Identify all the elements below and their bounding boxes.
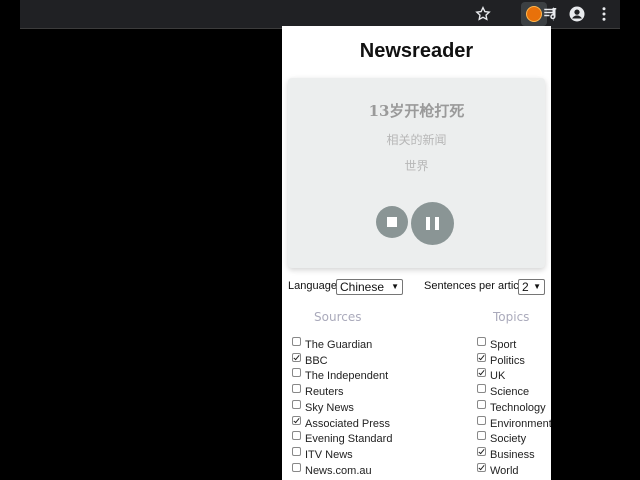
topic-label: Environment bbox=[490, 417, 551, 430]
topic-checkbox[interactable] bbox=[477, 352, 486, 362]
source-checkbox[interactable] bbox=[292, 431, 301, 441]
source-label: The Independent bbox=[305, 370, 389, 383]
source-label: BBC bbox=[305, 354, 328, 367]
article-related: 相关的新闻 bbox=[386, 133, 447, 147]
source-checkbox[interactable] bbox=[292, 384, 301, 394]
topic-checkbox[interactable] bbox=[477, 462, 486, 472]
topics-heading: Topics bbox=[493, 310, 530, 324]
language-select[interactable]: Chinese ▼ bbox=[336, 279, 403, 295]
article-headline: 13岁开枪打死 bbox=[368, 102, 465, 120]
topic-label: Science bbox=[490, 386, 530, 399]
topic-checkbox[interactable] bbox=[477, 431, 486, 441]
topic-label: Business bbox=[490, 448, 535, 461]
topic-checkbox[interactable] bbox=[477, 446, 486, 456]
source-checkbox[interactable] bbox=[292, 415, 301, 425]
topic-label: Sport bbox=[490, 339, 517, 351]
source-checkbox[interactable] bbox=[292, 462, 301, 472]
sentences-select[interactable]: 2 ▼ bbox=[518, 279, 545, 295]
language-select-value: Chinese bbox=[340, 280, 385, 294]
topic-checkbox[interactable] bbox=[477, 337, 486, 346]
stop-icon bbox=[387, 217, 397, 227]
sources-heading: Sources bbox=[314, 310, 362, 324]
topic-checkbox[interactable] bbox=[477, 368, 486, 378]
source-label: Associated Press bbox=[305, 417, 390, 430]
source-label: ITV News bbox=[305, 448, 353, 461]
menu-dots-icon[interactable] bbox=[595, 5, 613, 23]
source-checkbox[interactable] bbox=[292, 399, 301, 409]
source-checkbox[interactable] bbox=[292, 446, 301, 456]
topic-label: UK bbox=[490, 370, 506, 383]
pause-button[interactable] bbox=[411, 202, 454, 245]
source-label: News.com.au bbox=[305, 464, 372, 477]
chevron-down-icon: ▼ bbox=[391, 282, 399, 291]
topic-checkbox[interactable] bbox=[477, 415, 486, 425]
topic-label: World bbox=[490, 464, 519, 477]
browser-toolbar bbox=[20, 0, 620, 29]
topic-checkbox[interactable] bbox=[477, 384, 486, 394]
sentences-select-value: 2 bbox=[522, 280, 529, 294]
sentences-label: Sentences per article: bbox=[424, 280, 531, 292]
star-icon[interactable] bbox=[474, 5, 492, 23]
language-label: Language: bbox=[288, 280, 340, 292]
topic-label: Politics bbox=[490, 354, 525, 367]
newsreader-extension-icon bbox=[526, 6, 542, 22]
source-checkbox[interactable] bbox=[292, 337, 301, 346]
profile-icon[interactable] bbox=[568, 5, 586, 23]
topic-checkbox[interactable] bbox=[477, 399, 486, 409]
source-label: Sky News bbox=[305, 401, 354, 414]
topic-label: Technology bbox=[490, 401, 546, 414]
source-checkbox[interactable] bbox=[292, 368, 301, 378]
topic-label: Society bbox=[490, 433, 527, 446]
source-label: Reuters bbox=[305, 386, 344, 399]
stop-button[interactable] bbox=[376, 206, 408, 238]
popup-title: Newsreader bbox=[359, 40, 474, 62]
media-queue-icon[interactable] bbox=[542, 5, 560, 23]
newsreader-popup: Newsreader 13岁开枪打死 相关的新闻 世界 Language: Ch… bbox=[282, 26, 551, 480]
source-label: Evening Standard bbox=[305, 433, 393, 446]
chevron-down-icon: ▼ bbox=[533, 282, 541, 291]
article-card: 13岁开枪打死 相关的新闻 世界 bbox=[288, 78, 545, 268]
article-section: 世界 bbox=[404, 159, 429, 173]
source-checkbox[interactable] bbox=[292, 352, 301, 362]
source-label: The Guardian bbox=[305, 339, 373, 351]
